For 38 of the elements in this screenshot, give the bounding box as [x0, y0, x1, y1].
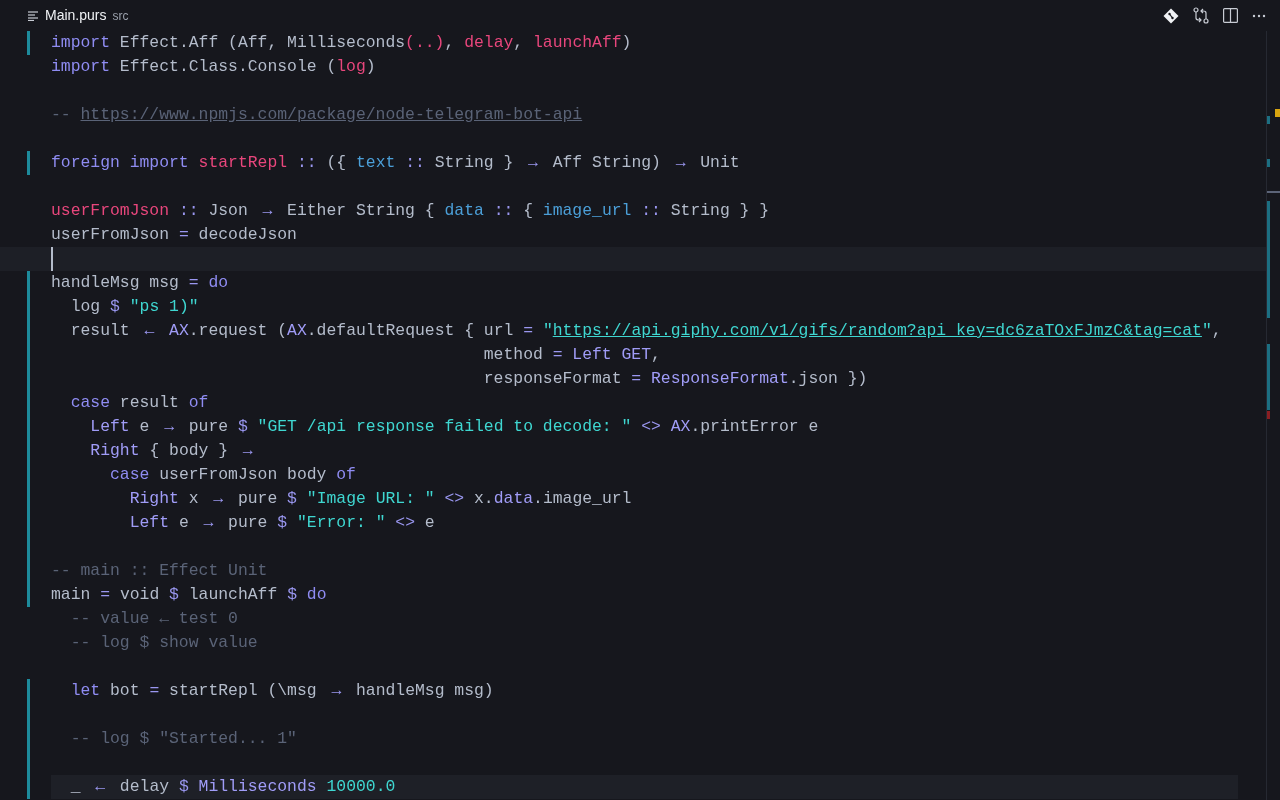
code-line: case result of [69, 392, 210, 414]
code-line: import Effect.Aff (Aff, Milliseconds(..), delay, launchAff) [51, 32, 633, 54]
code-line: Right { body } → [89, 440, 254, 462]
code-line: userFromJson = decodeJson [51, 224, 298, 246]
code-line: handleMsg msg = do [51, 272, 230, 294]
more-icon[interactable] [1252, 13, 1266, 18]
file-name[interactable]: Main.purs [45, 5, 107, 26]
code-line: let bot = startRepl (\msg → handleMsg msg) [69, 680, 495, 702]
code-line: result ← AX.request (AX.defaultRequest { url = "https://api.giphy.com/v1/gifs/random?api_key=dc6zaTOxFJmzC&tag=cat", [69, 320, 1223, 342]
code-line: -- https://www.npmjs.com/package/node-telegram-bot-api [51, 104, 584, 126]
code-line: main = void $ launchAff $ do [51, 584, 328, 606]
code-line: log $ "ps 1)" [69, 296, 200, 318]
code-line: method = Left GET, [482, 344, 662, 366]
error-mark [1267, 411, 1270, 419]
folder-name: src [112, 7, 129, 25]
change-mark [1267, 116, 1270, 124]
code-line: -- value ← test 0 [69, 608, 239, 630]
file-lines-icon [28, 10, 39, 21]
code-line: Left e → pure $ "Error: " <> e [128, 512, 436, 534]
code-line: foreign import startRepl :: ({ text :: String } → Aff String) → Unit [51, 152, 741, 174]
change-mark [1267, 159, 1270, 167]
overview-ruler[interactable] [1266, 31, 1280, 800]
code-line: -- main :: Effect Unit [51, 560, 269, 582]
code-line: Left e → pure $ "GET /api response failed to decode: " <> AX.printError e [89, 416, 820, 438]
compare-changes-icon[interactable] [1193, 7, 1209, 24]
code-line: Right x → pure $ "Image URL: " <> x.data.image_url [128, 488, 633, 510]
code-link[interactable]: https://api.giphy.com/v1/gifs/random?api_key=dc6zaTOxFJmzC&tag=cat [552, 321, 1202, 340]
change-mark [1267, 344, 1270, 410]
code-line: responseFormat = ResponseFormat.json }) [482, 368, 869, 390]
warning-mark [1275, 109, 1280, 117]
code-line: case userFromJson body of [109, 464, 357, 486]
code-line: userFromJson :: Json → Either String { data :: { image_url :: String } } [51, 200, 771, 222]
code-line: -- log $ show value [69, 632, 259, 654]
code-line: import Effect.Class.Console (log) [51, 56, 377, 78]
split-editor-icon[interactable] [1223, 8, 1238, 23]
scroll-position-line [1267, 191, 1280, 193]
code-line: -- log $ "Started... 1" [69, 728, 298, 750]
git-diamond-icon[interactable] [1163, 7, 1179, 24]
